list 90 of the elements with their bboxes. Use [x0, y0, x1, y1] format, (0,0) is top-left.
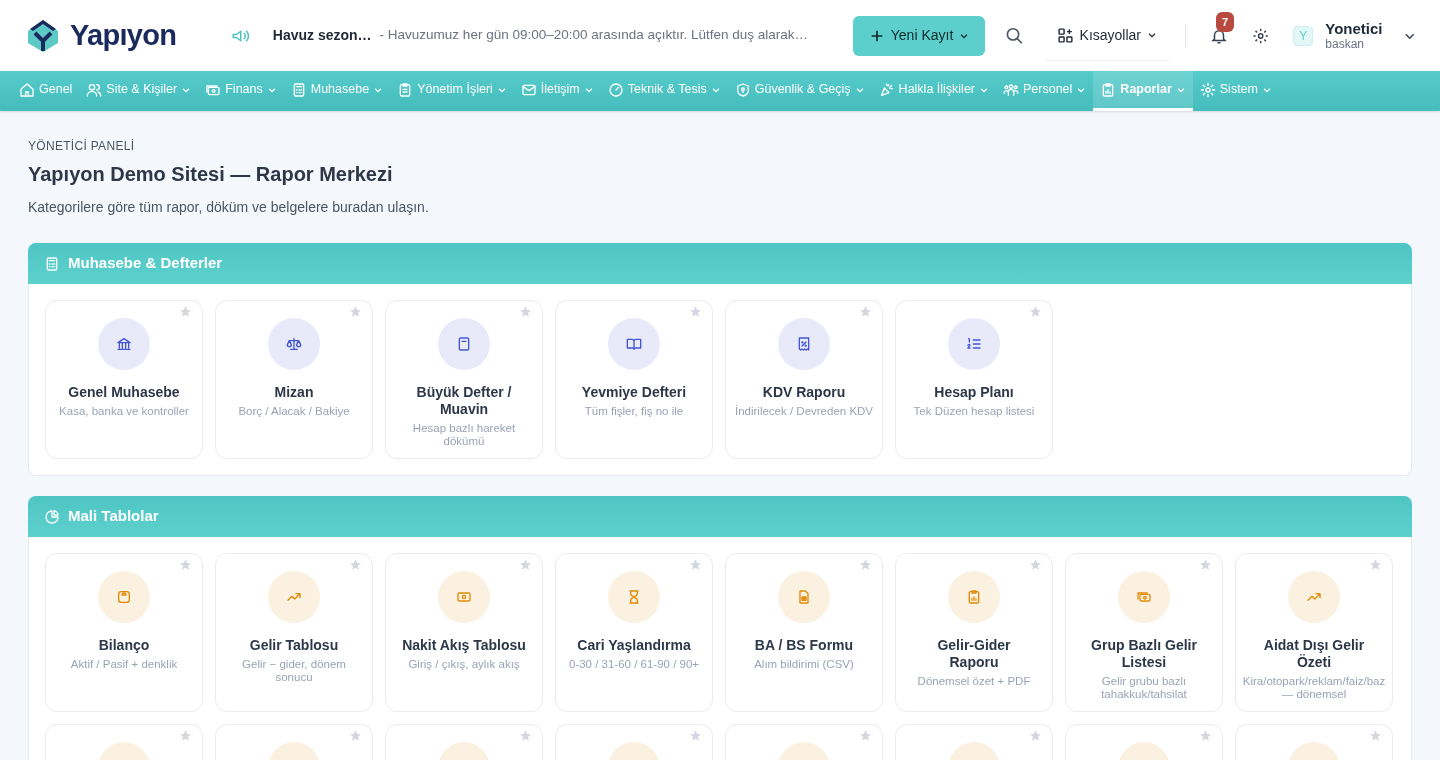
star-icon[interactable]	[859, 558, 872, 571]
report-card[interactable]: Gelir-Gider Raporu Dönemsel özet + PDF	[895, 553, 1053, 712]
report-card[interactable]: BA / BS Formu Alım bildirimi (CSV)	[725, 553, 883, 712]
page-title: Yapıyon Demo Sitesi — Rapor Merkezi	[28, 162, 394, 187]
report-card[interactable]: Cari Yaşlandırma 0-30 / 31-60 / 61-90 / 90+	[555, 553, 713, 712]
report-card[interactable]: Aidat Dışı Gelir Özeti Kira/otopark/reklam/faiz/baz — dönemsel	[1235, 553, 1393, 712]
card-description: İndirilecek / Devreden KDV	[734, 405, 874, 418]
report-card[interactable]: KDV Raporu İndirilecek / Devreden KDV	[725, 300, 883, 459]
star-icon[interactable]	[1029, 305, 1042, 318]
card-title: Grup Bazlı Gelir Listesi	[1090, 637, 1198, 671]
star-icon[interactable]	[689, 305, 702, 318]
card-description: Aktif / Pasif + denklik	[70, 658, 178, 671]
report-card[interactable]: Gelir Tablosu Gelir − gider, dönem sonucu	[215, 553, 373, 712]
report-card[interactable]: Nakit Akış Tablosu Giriş / çıkış, aylık akış	[385, 553, 543, 712]
user-role: baskan	[1325, 38, 1365, 50]
card-title: Mizan	[273, 384, 315, 401]
pie-chart-icon	[44, 508, 60, 525]
star-icon[interactable]	[179, 558, 192, 571]
report-card[interactable]: Bilanço Aktif / Pasif + denklik	[45, 553, 203, 712]
card-description: Dönemsel özet + PDF	[917, 675, 1031, 688]
card-description: Borç / Alacak / Bakiye	[238, 405, 350, 418]
card-description: Giriş / çıkış, aylık akış	[408, 658, 520, 671]
card-description: Gelir − gider, dönem sonucu	[241, 658, 347, 684]
report-card[interactable]: Genel Muhasebe Kasa, banka ve kontroller	[45, 300, 203, 459]
card-description: Kasa, banka ve kontroller	[59, 405, 189, 418]
star-icon[interactable]	[1369, 558, 1382, 571]
logo-text: Yapıyon	[70, 17, 177, 53]
calculator-icon	[44, 255, 60, 272]
card-description: Tüm fişler, fiş no ile	[584, 405, 684, 418]
card-title: KDV Raporu	[761, 384, 847, 401]
gauge-icon	[607, 81, 624, 98]
report-card[interactable]: Yevmiye Defteri Tüm fişler, fiş no ile	[555, 300, 713, 459]
section-title: Muhasebe & Defterler	[68, 253, 223, 274]
card-title: Nakit Akış Tablosu	[401, 637, 527, 654]
star-icon[interactable]	[349, 558, 362, 571]
caret-icon	[1147, 30, 1157, 40]
gear-icon	[1199, 81, 1216, 98]
star-icon[interactable]	[519, 558, 532, 571]
card-description: Hesap bazlı hareket dökümü	[411, 422, 517, 448]
card-description: Kira/otopark/reklam/faiz/baz — dönemsel	[1242, 675, 1386, 701]
star-icon[interactable]	[689, 558, 702, 571]
card-title: Yevmiye Defteri	[580, 384, 688, 401]
card-description: 0-30 / 31-60 / 61-90 / 90+	[568, 658, 700, 671]
star-icon[interactable]	[1029, 729, 1042, 742]
settings-icon[interactable]	[1252, 26, 1270, 45]
section-title: Mali Tablolar	[68, 506, 159, 527]
card-title: Aidat Dışı Gelir Özeti	[1262, 637, 1366, 671]
report-card[interactable]: Mizan Borç / Alacak / Bakiye	[215, 300, 373, 459]
announcement-title[interactable]: Havuz sezon…	[272, 25, 372, 46]
card-description: Tek Düzen hesap listesi	[913, 405, 1035, 418]
star-icon[interactable]	[1199, 729, 1212, 742]
card-title: Hesap Planı	[933, 384, 1015, 401]
shortcuts-button[interactable]: Kısayollar	[1044, 10, 1169, 61]
star-icon[interactable]	[1029, 558, 1042, 571]
star-icon[interactable]	[179, 729, 192, 742]
card-title: Genel Muhasebe	[67, 384, 181, 401]
star-icon[interactable]	[179, 305, 192, 318]
new-record-button[interactable]: Yeni Kayıt	[852, 15, 986, 56]
star-icon[interactable]	[1199, 558, 1212, 571]
star-icon[interactable]	[349, 729, 362, 742]
star-icon[interactable]	[859, 305, 872, 318]
shield-icon	[734, 81, 751, 98]
star-icon[interactable]	[689, 729, 702, 742]
card-title: Gelir Tablosu	[248, 637, 340, 654]
users-icon	[86, 81, 103, 98]
card-title: BA / BS Formu	[753, 637, 855, 654]
report-card[interactable]: Hesap Planı Tek Düzen hesap listesi	[895, 300, 1053, 459]
star-icon[interactable]	[519, 729, 532, 742]
card-title: Gelir-Gider Raporu	[936, 637, 1012, 671]
user-name[interactable]: Yonetici	[1325, 21, 1383, 36]
home-icon	[19, 81, 35, 98]
card-title: Bilanço	[97, 637, 151, 654]
report-card[interactable]: Büyük Defter / Muavin Hesap bazlı hareket dökümü	[385, 300, 543, 459]
star-icon[interactable]	[1369, 729, 1382, 742]
people-icon	[1003, 81, 1019, 98]
star-icon[interactable]	[349, 305, 362, 318]
card-description: Alım bildirimi (CSV)	[754, 658, 854, 671]
page-eyebrow: YÖNETİCİ PANELİ	[28, 138, 136, 155]
grid-icon	[1056, 26, 1074, 44]
star-icon[interactable]	[519, 305, 532, 318]
card-title: Büyük Defter / Muavin	[415, 384, 513, 418]
announcement-text: - Havuzumuz her gün 09:00–20:00 arasında açıktır. Lütfen duş alarak…	[379, 26, 809, 45]
card-title: Cari Yaşlandırma	[576, 637, 692, 654]
confetti-icon	[878, 81, 895, 98]
page-subtitle: Kategorilere göre tüm rapor, döküm ve belgelere buradan ulaşın.	[28, 198, 430, 217]
notification-badge: 7	[1216, 11, 1235, 32]
card-description: Gelir grubu bazlı tahakkuk/tahsilat	[1100, 675, 1188, 701]
star-icon[interactable]	[859, 729, 872, 742]
report-card[interactable]: Grup Bazlı Gelir Listesi Gelir grubu bazlı tahakkuk/tahsilat	[1065, 553, 1223, 712]
search-icon[interactable]	[1005, 25, 1025, 46]
